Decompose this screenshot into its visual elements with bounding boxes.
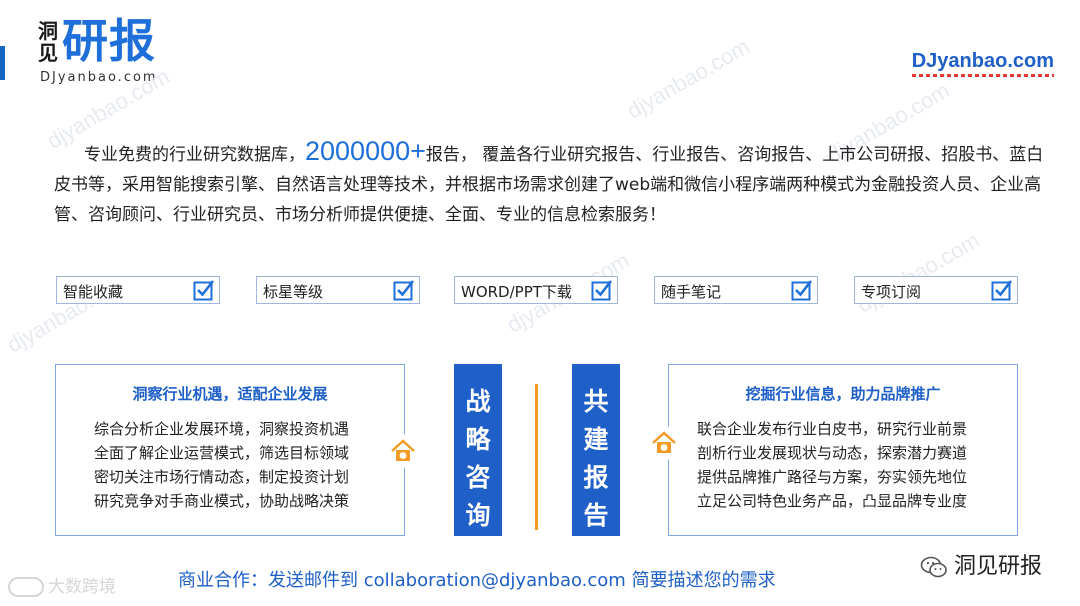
watermark: djyanbao.com <box>622 33 754 124</box>
panel-line: 剖析行业发展现状与动态，探索潜力赛道 <box>697 444 968 462</box>
panel-line: 提供品牌推广路径与方案，夯实领先地位 <box>697 468 968 486</box>
report-count: 2000000+ <box>305 136 426 166</box>
wechat-icon <box>920 556 947 578</box>
feature-subscription[interactable]: 专项订阅 <box>854 276 1018 304</box>
feature-label: WORD/PPT下载 <box>461 283 572 301</box>
watermark: djyanbao.com <box>852 227 984 318</box>
feature-word-ppt-download[interactable]: WORD/PPT下载 <box>454 276 618 304</box>
header-domain-link[interactable]: DJyanbao.com <box>911 50 1055 77</box>
panel-lines: 联合企业发布行业白皮书，研究行业前景 剖析行业发展现状与动态，探索潜力赛道 提供… <box>697 417 967 513</box>
bottom-left-brand-text: 大数跨境 <box>48 577 116 597</box>
strategy-consulting-label: 战 略 咨 询 <box>454 364 502 536</box>
logo-domain: DJyanbao.com <box>40 70 158 85</box>
wechat-account: 洞见研报 <box>920 548 1042 580</box>
feature-label: 随手笔记 <box>661 283 722 301</box>
co-build-report-label: 共 建 报 告 <box>572 364 620 536</box>
checkbox-checked-icon <box>393 280 415 301</box>
vertical-char: 略 <box>465 425 491 454</box>
checkbox-checked-icon <box>591 280 613 301</box>
panel-line: 密切关注市场行情动态，制定投资计划 <box>94 468 350 486</box>
vertical-char: 报 <box>583 463 609 492</box>
vertical-char: 战 <box>465 387 491 416</box>
brand-badge-icon <box>8 577 44 597</box>
checkbox-checked-icon <box>193 280 215 301</box>
panel-title: 挖掘行业信息，助力品牌推广 <box>745 385 941 403</box>
business-contact-text: 商业合作：发送邮件到 collaboration@djyanbao.com 简要… <box>178 570 776 591</box>
panel-line: 立足公司特色业务产品，凸显品牌专业度 <box>697 492 968 510</box>
vertical-char: 询 <box>465 501 491 530</box>
feature-star-level[interactable]: 标星等级 <box>256 276 420 304</box>
feature-label: 智能收藏 <box>63 283 124 301</box>
strategy-consulting-panel: 洞察行业机遇，适配企业发展 综合分析企业发展环境，洞察投资机遇 全面了解企业运营… <box>55 364 405 536</box>
intro-paragraph: 专业免费的行业研究数据库，2000000+报告， 覆盖各行业研究报告、行业报告、… <box>54 136 1044 230</box>
panel-line: 研究竞争对手商业模式，协助战略决策 <box>94 492 350 510</box>
vertical-char: 告 <box>583 501 609 530</box>
logo-big-chars: 研报 <box>62 14 156 68</box>
vertical-char: 共 <box>583 387 609 416</box>
center-divider <box>535 384 538 530</box>
feature-label: 标星等级 <box>263 283 324 301</box>
intro-text-part1: 专业免费的行业研究数据库， <box>84 145 305 165</box>
left-accent-bar <box>0 46 5 80</box>
house-coin-icon <box>386 434 420 468</box>
panel-title: 洞察行业机遇，适配企业发展 <box>132 385 328 403</box>
feature-label: 专项订阅 <box>861 283 922 301</box>
feature-notes[interactable]: 随手笔记 <box>654 276 818 304</box>
panel-line: 综合分析企业发展环境，洞察投资机遇 <box>94 420 350 438</box>
checkbox-checked-icon <box>791 280 813 301</box>
panel-line: 全面了解企业运营模式，筛选目标领域 <box>94 444 350 462</box>
panel-line: 联合企业发布行业白皮书，研究行业前景 <box>697 420 968 438</box>
logo-small-chars: 洞见 <box>38 19 58 65</box>
feature-list: 智能收藏 标星等级 WORD/PPT下载 随手笔记 专项订阅 <box>56 276 1018 304</box>
feature-smart-favorite[interactable]: 智能收藏 <box>56 276 220 304</box>
checkbox-checked-icon <box>991 280 1013 301</box>
bottom-left-watermark: 大数跨境 <box>8 572 116 597</box>
panel-lines: 综合分析企业发展环境，洞察投资机遇 全面了解企业运营模式，筛选目标领域 密切关注… <box>94 417 349 513</box>
wechat-account-name: 洞见研报 <box>953 554 1042 579</box>
logo: 洞见 研报 DJyanbao.com <box>38 14 188 90</box>
house-coin-icon <box>647 426 681 460</box>
vertical-char: 咨 <box>465 463 491 492</box>
vertical-char: 建 <box>583 425 609 454</box>
co-build-report-panel: 挖掘行业信息，助力品牌推广 联合企业发布行业白皮书，研究行业前景 剖析行业发展现… <box>668 364 1018 536</box>
